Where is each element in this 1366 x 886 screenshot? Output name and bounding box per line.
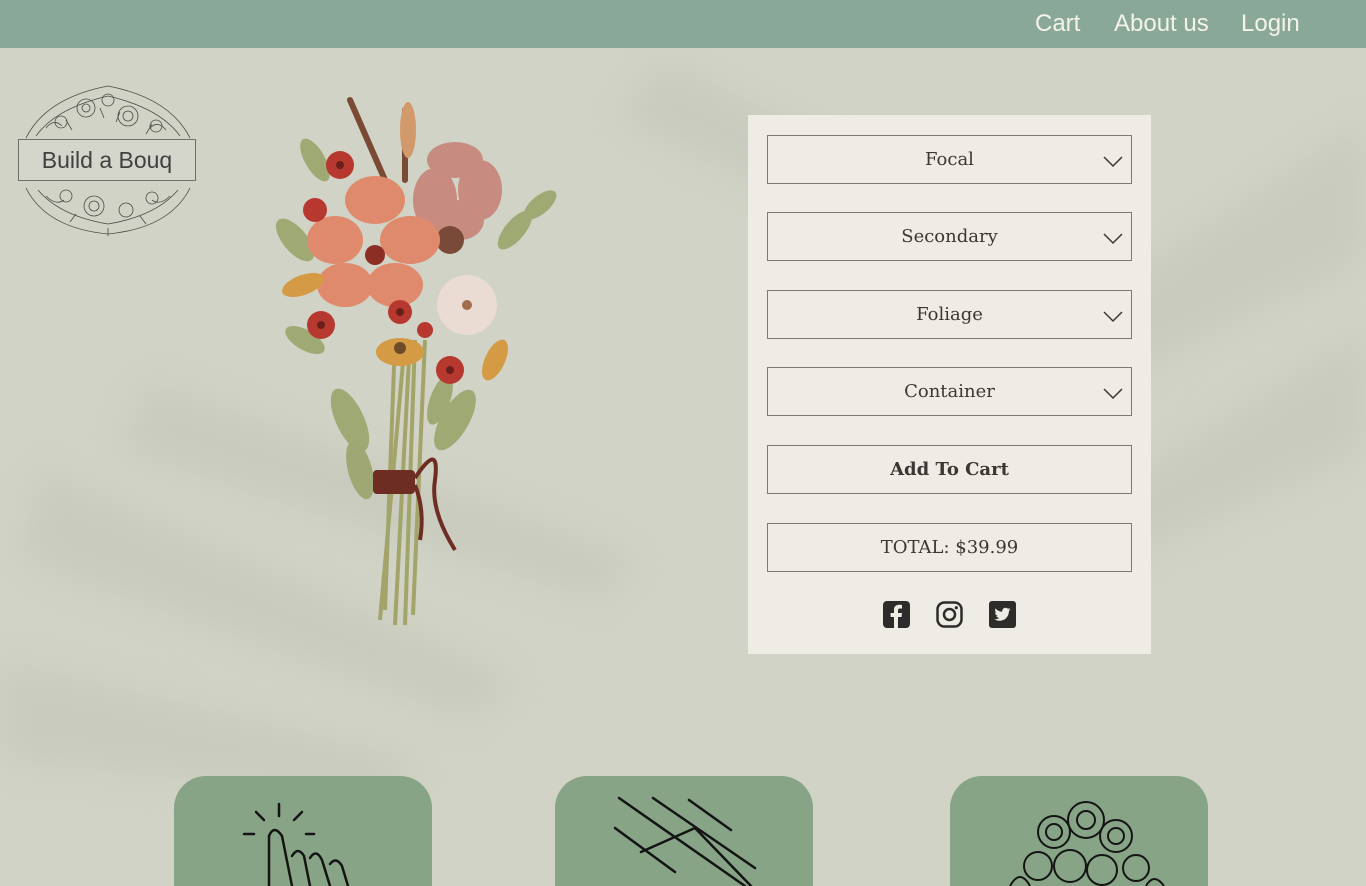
feature-card-select[interactable] [174, 776, 432, 886]
bouquet-builder-panel: Focal Secondary Foliage Container Add To… [748, 115, 1151, 654]
secondary-select[interactable]: Secondary [767, 212, 1132, 261]
top-nav-bar: Cart About us Login [0, 0, 1366, 48]
chevron-down-icon [1103, 233, 1123, 245]
twitter-icon[interactable] [989, 601, 1016, 628]
add-to-cart-button[interactable]: Add To Cart [767, 445, 1132, 494]
facebook-icon[interactable] [883, 601, 910, 628]
focal-select[interactable]: Focal [767, 135, 1132, 184]
instagram-icon[interactable] [936, 601, 963, 628]
pointer-click-icon [242, 802, 350, 886]
logo-text: Build a Bouq [18, 139, 196, 181]
chevron-down-icon [1103, 156, 1123, 168]
nav-about-link[interactable]: About us [1114, 10, 1209, 38]
feature-card-wrap[interactable] [555, 776, 813, 886]
chevron-down-icon [1103, 311, 1123, 323]
focal-select-label: Focal [925, 149, 974, 170]
total-price: TOTAL: $39.99 [767, 523, 1132, 572]
feature-card-bouquet[interactable] [950, 776, 1208, 886]
chevron-down-icon [1103, 388, 1123, 400]
bouquet-illustration [275, 97, 557, 626]
foliage-select[interactable]: Foliage [767, 290, 1132, 339]
container-select[interactable]: Container [767, 367, 1132, 416]
leaf-shadow-backdrop [0, 60, 1366, 800]
nav-cart-link[interactable]: Cart [1035, 10, 1080, 38]
social-links [748, 601, 1151, 628]
foliage-select-label: Foliage [916, 304, 983, 325]
container-select-label: Container [904, 381, 995, 402]
secondary-select-label: Secondary [901, 226, 998, 247]
nav-login-link[interactable]: Login [1241, 10, 1300, 38]
flower-bunch-icon [1009, 801, 1165, 886]
site-logo[interactable]: Build a Bouq [16, 78, 200, 238]
ribbon-lines-icon [613, 796, 757, 886]
